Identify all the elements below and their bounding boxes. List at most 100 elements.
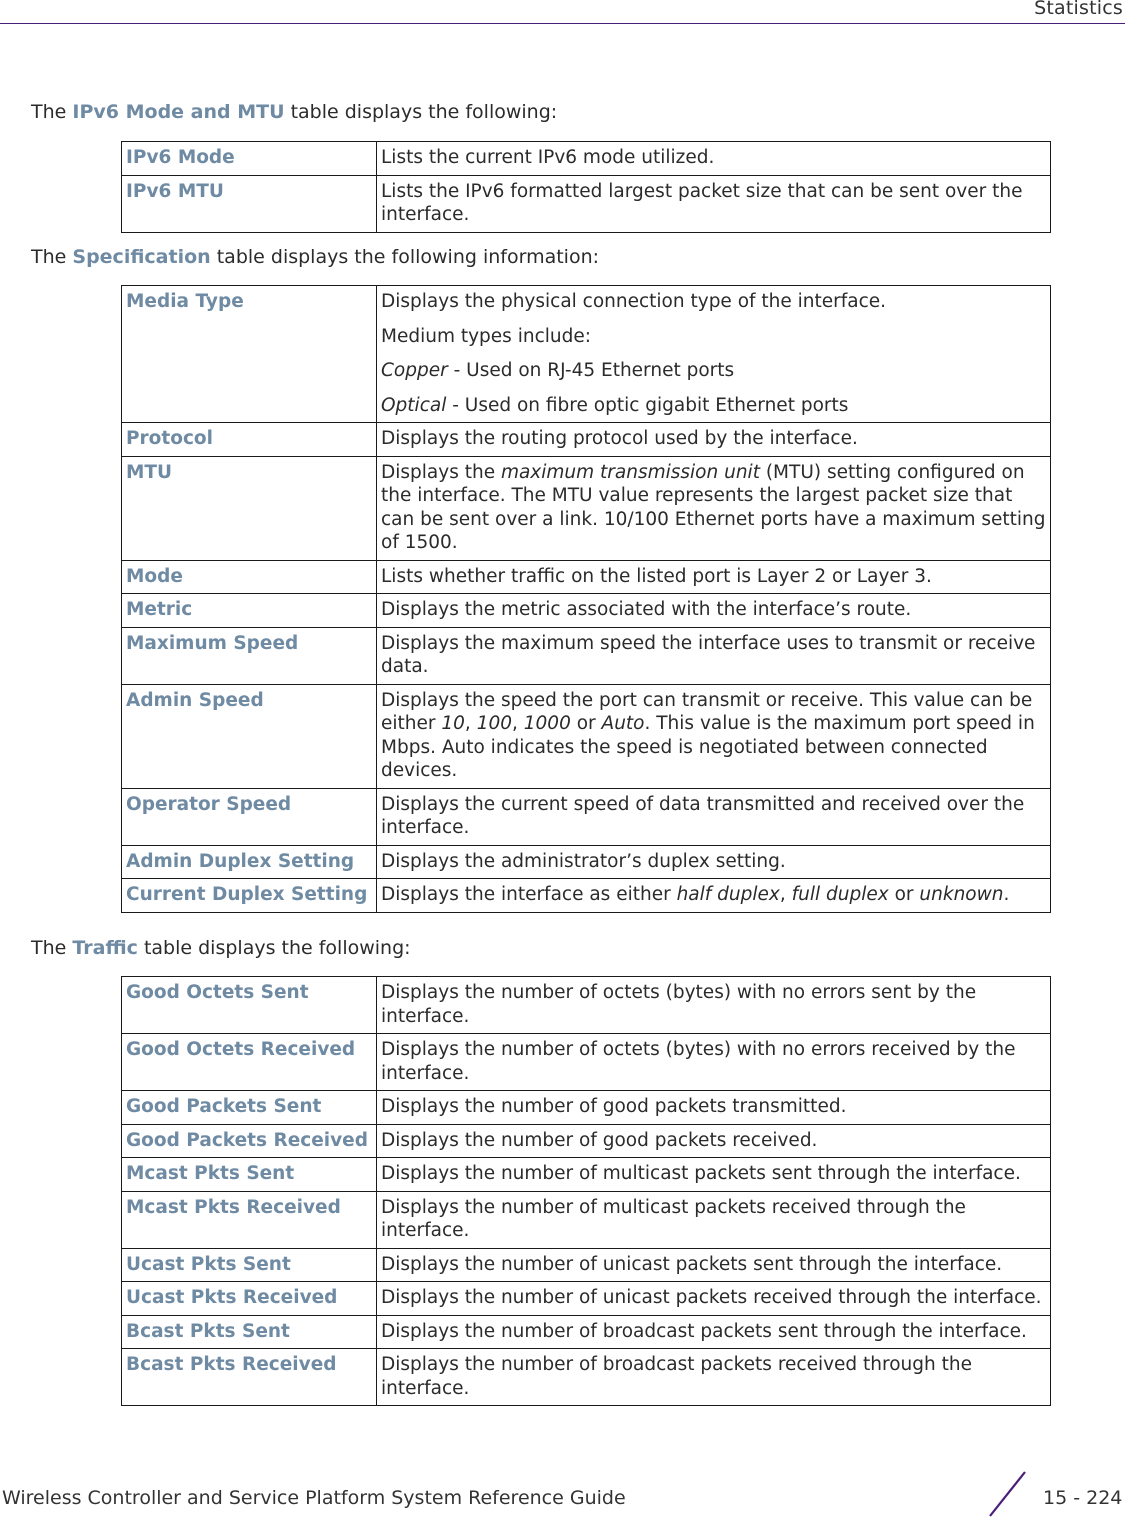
table-row: Operator Speed Displays the current speed… bbox=[121, 787, 1051, 846]
description-cell: Displays the number of unicast packets r… bbox=[376, 1281, 1051, 1316]
page-header-title: Statistics bbox=[1034, 0, 1123, 19]
description-text: Displays the bbox=[381, 461, 501, 483]
intro-ipv6-mode-mtu: The IPv6 Mode and MTU table displays the… bbox=[31, 101, 557, 123]
description-paragraph: Displays the metric associated with the … bbox=[381, 598, 1046, 622]
description-paragraph: Displays the number of broadcast packets… bbox=[381, 1320, 1046, 1344]
footer-guide-title: Wireless Controller and Service Platform… bbox=[2, 1487, 626, 1509]
table-row: Ucast Pkts Received Displays the number o… bbox=[121, 1281, 1051, 1316]
description-cell: Displays the number of good packets tran… bbox=[376, 1090, 1051, 1125]
description-text: Displays the number of unicast packets r… bbox=[381, 1287, 1042, 1308]
table-row: Good Octets Sent Displays the number of o… bbox=[121, 976, 1051, 1034]
description-cell: Displays the number of broadcast packets… bbox=[376, 1348, 1051, 1406]
description-text: , bbox=[779, 884, 792, 905]
term-cell: IPv6 Mode bbox=[121, 141, 377, 176]
description-paragraph: Displays the current speed of data trans… bbox=[381, 793, 1046, 840]
description-cell: Displays the routing protocol used by th… bbox=[376, 422, 1051, 457]
description-cell: Lists whether traffic on the listed port… bbox=[376, 559, 1051, 594]
description-text: , bbox=[464, 713, 477, 734]
description-cell: Displays the number of unicast packets s… bbox=[376, 1247, 1051, 1282]
specification-table: Media Type Displays the physical connecti… bbox=[121, 285, 1051, 913]
description-paragraph: Optical - Used on fibre optic gigabit Et… bbox=[381, 394, 1046, 418]
table-row: Good Octets Received Displays the number … bbox=[121, 1033, 1051, 1091]
description-paragraph: Displays the number of octets (bytes) wi… bbox=[381, 981, 1046, 1028]
term-cell: Admin Duplex Setting bbox=[121, 844, 377, 879]
description-cell: Displays the current speed of data trans… bbox=[376, 787, 1051, 846]
description-paragraph: Displays the number of good packets rece… bbox=[381, 1129, 1046, 1153]
description-paragraph: Lists whether traffic on the listed port… bbox=[381, 565, 1046, 589]
description-paragraph: Displays the number of broadcast packets… bbox=[381, 1353, 1046, 1400]
description-paragraph: Displays the number of unicast packets s… bbox=[381, 1253, 1046, 1277]
description-paragraph: Displays the administrator’s duplex sett… bbox=[381, 850, 1046, 874]
description-text: Lists the current IPv6 mode utilized. bbox=[381, 147, 715, 168]
term-cell: Mode bbox=[121, 559, 377, 594]
description-paragraph: Lists the current IPv6 mode utilized. bbox=[381, 146, 1046, 170]
table-row: MTU Displays the maximum transmission uni… bbox=[121, 455, 1051, 561]
table-row: Maximum Speed Displays the maximum speed … bbox=[121, 626, 1051, 685]
footer-page-number: 15 - 224 bbox=[1043, 1487, 1123, 1509]
table-row: Protocol Displays the routing protocol us… bbox=[121, 422, 1051, 457]
table-row: Mcast Pkts Received Displays the number o… bbox=[121, 1190, 1051, 1249]
description-paragraph: Displays the number of multicast packets… bbox=[381, 1162, 1046, 1186]
term-cell: Good Packets Sent bbox=[121, 1090, 377, 1125]
description-paragraph: Displays the interface as either half du… bbox=[381, 883, 1046, 907]
description-paragraph: Displays the maximum transmission unit (… bbox=[381, 461, 1046, 555]
term-cell: Ucast Pkts Sent bbox=[121, 1247, 377, 1282]
description-cell: Displays the administrator’s duplex sett… bbox=[376, 844, 1051, 879]
footer-slash-icon bbox=[989, 1471, 1026, 1517]
emphasis-text: maximum transmission unit bbox=[500, 461, 760, 483]
description-cell: Displays the maximum transmission unit (… bbox=[376, 455, 1051, 561]
description-text: Displays the current speed of data trans… bbox=[381, 793, 1025, 839]
description-cell: Displays the physical connection type of… bbox=[376, 285, 1051, 423]
description-paragraph: Displays the speed the port can transmit… bbox=[381, 689, 1046, 783]
description-text: , bbox=[512, 713, 524, 734]
table-row: Admin Speed Displays the speed the port c… bbox=[121, 683, 1051, 789]
emphasis-text: Copper bbox=[381, 360, 448, 381]
description-text: Displays the number of multicast packets… bbox=[381, 1196, 966, 1242]
term-cell: Good Octets Received bbox=[121, 1033, 377, 1091]
description-text: or bbox=[888, 884, 920, 905]
intro-traffic: The Traffic table displays the following… bbox=[31, 937, 411, 959]
table-row: Admin Duplex Setting Displays the adminis… bbox=[121, 844, 1051, 879]
table-row: Current Duplex Setting Displays the inter… bbox=[121, 878, 1051, 913]
intro-prefix: The bbox=[31, 937, 73, 959]
description-text: Displays the number of broadcast packets… bbox=[381, 1354, 972, 1399]
description-paragraph: Medium types include: bbox=[381, 325, 1046, 349]
traffic-table: Good Octets Sent Displays the number of o… bbox=[121, 976, 1051, 1406]
table-row: Mcast Pkts Sent Displays the number of mu… bbox=[121, 1157, 1051, 1192]
description-text: Displays the number of multicast packets… bbox=[381, 1163, 1021, 1184]
table-row: Bcast Pkts Received Displays the number o… bbox=[121, 1348, 1051, 1406]
description-text: Displays the maximum speed the interface… bbox=[381, 632, 1036, 678]
emphasis-text: full duplex bbox=[791, 884, 889, 905]
table-row: Good Packets Received Displays the number… bbox=[121, 1123, 1051, 1158]
description-cell: Displays the interface as either half du… bbox=[376, 878, 1051, 913]
description-paragraph: Lists the IPv6 formatted largest packet … bbox=[381, 180, 1046, 227]
term-cell: Operator Speed bbox=[121, 787, 377, 846]
description-paragraph: Displays the routing protocol used by th… bbox=[381, 427, 1046, 451]
term-cell: IPv6 MTU bbox=[121, 174, 377, 233]
description-text: Lists whether traffic on the listed port… bbox=[381, 565, 932, 587]
term-cell: Ucast Pkts Received bbox=[121, 1281, 377, 1316]
description-cell: Displays the number of good packets rece… bbox=[376, 1123, 1051, 1158]
emphasis-text: unknown bbox=[919, 884, 1004, 905]
description-cell: Lists the current IPv6 mode utilized. bbox=[376, 141, 1051, 176]
table-row: IPv6 MTU Lists the IPv6 formatted largest… bbox=[121, 174, 1051, 233]
intro-keyword: Traffic bbox=[72, 937, 138, 959]
description-cell: Displays the metric associated with the … bbox=[376, 593, 1051, 628]
term-cell: Bcast Pkts Received bbox=[121, 1348, 377, 1406]
description-paragraph: Copper - Used on RJ-45 Ethernet ports bbox=[381, 359, 1046, 383]
description-text: or bbox=[570, 713, 602, 734]
description-text: Displays the number of good packets rece… bbox=[381, 1129, 818, 1151]
term-cell: Protocol bbox=[121, 422, 377, 457]
description-text: Displays the number of octets (bytes) wi… bbox=[381, 1039, 1016, 1084]
description-cell: Displays the maximum speed the interface… bbox=[376, 626, 1051, 685]
table-row: Media Type Displays the physical connecti… bbox=[121, 285, 1051, 423]
description-cell: Displays the number of octets (bytes) wi… bbox=[376, 1033, 1051, 1091]
table-row: Bcast Pkts Sent Displays the number of br… bbox=[121, 1314, 1051, 1349]
term-cell: Current Duplex Setting bbox=[121, 878, 377, 913]
description-text: Displays the interface as either bbox=[381, 884, 677, 905]
description-text: Displays the number of octets (bytes) wi… bbox=[381, 982, 977, 1027]
description-text: Displays the administrator’s duplex sett… bbox=[381, 850, 786, 872]
term-cell: Maximum Speed bbox=[121, 626, 377, 685]
description-text: Displays the number of unicast packets s… bbox=[381, 1253, 1003, 1275]
emphasis-text: 10 bbox=[441, 713, 465, 734]
